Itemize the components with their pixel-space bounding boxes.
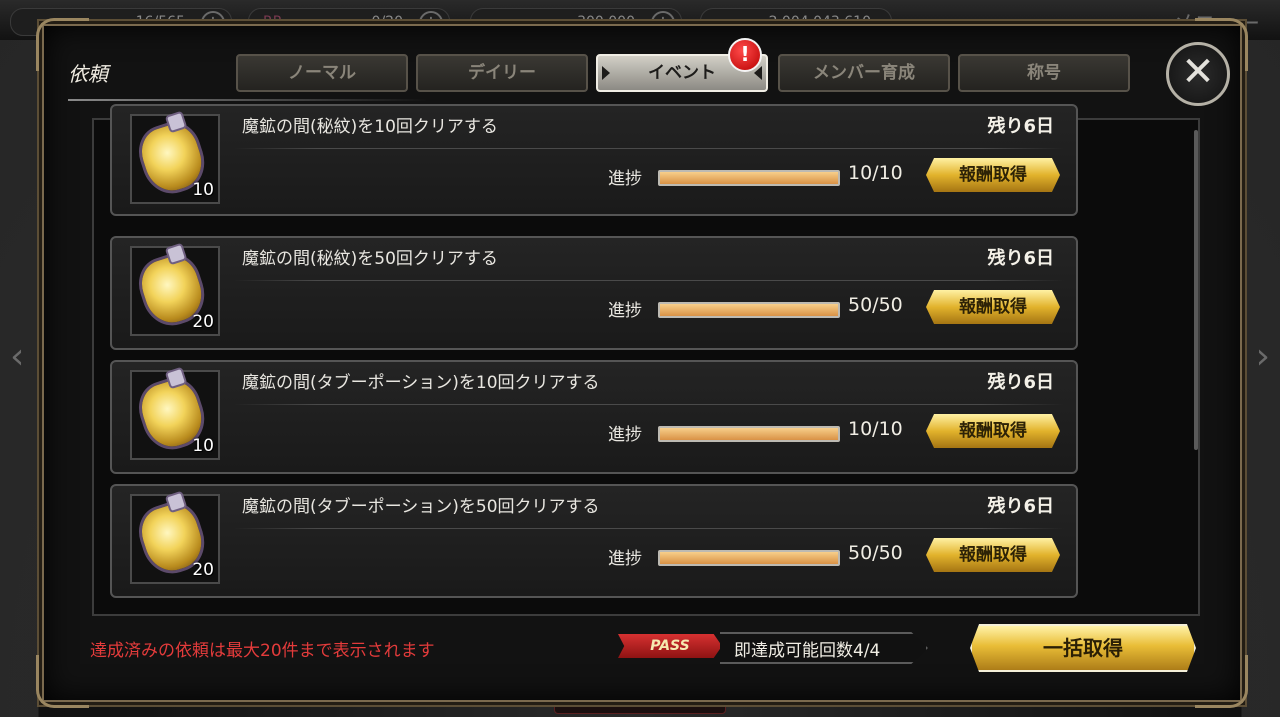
list-scrollbar[interactable] [1194, 130, 1198, 450]
claim-reward-button[interactable]: 報酬取得 [926, 290, 1060, 324]
left-arrow-icon: ‹ [10, 336, 25, 377]
tab-member-training[interactable]: メンバー育成 [778, 54, 950, 92]
progress-label: 進捗 [608, 425, 642, 445]
reward-item-thumbnail[interactable]: 10 [130, 114, 220, 204]
quest-title: 魔鉱の間(タブーポーション)を50回クリアする [242, 497, 600, 517]
progress-bar [658, 302, 840, 318]
instant-complete-count: 即達成可能回数4/4 [734, 641, 881, 661]
progress-value: 10/10 [848, 162, 903, 184]
days-remaining: 残り6日 [987, 372, 1054, 393]
reward-item-thumbnail[interactable]: 20 [130, 494, 220, 584]
pass-badge: PASS [618, 634, 722, 658]
reward-quantity: 10 [192, 436, 214, 456]
reward-item-thumbnail[interactable]: 20 [130, 246, 220, 336]
quest-item: 20 魔鉱の間(タブーポーション)を50回クリアする 残り6日 進捗 50/50… [110, 484, 1078, 598]
progress-fill [660, 552, 838, 564]
alert-icon: ! [728, 38, 762, 72]
frame-corner [1195, 655, 1248, 708]
claim-reward-button[interactable]: 報酬取得 [926, 538, 1060, 572]
days-remaining: 残り6日 [987, 496, 1054, 517]
progress-value: 50/50 [848, 294, 903, 316]
panel-title: 依頼 [68, 62, 108, 86]
claim-reward-button[interactable]: 報酬取得 [926, 414, 1060, 448]
quest-item: 20 魔鉱の間(秘紋)を50回クリアする 残り6日 進捗 50/50 報酬取得 [110, 236, 1078, 350]
quest-panel: 依頼 ノーマル デイリー イベント メンバー育成 称号 ! ✕ 10 魔鉱の間(… [36, 18, 1248, 708]
close-button[interactable]: ✕ [1166, 42, 1230, 106]
collect-all-button[interactable]: 一括取得 [970, 624, 1196, 672]
divider [234, 148, 1064, 149]
progress-label: 進捗 [608, 301, 642, 321]
progress-fill [660, 428, 838, 440]
reward-quantity: 20 [192, 312, 214, 332]
tab-daily[interactable]: デイリー [416, 54, 588, 92]
progress-fill [660, 304, 838, 316]
reward-quantity: 10 [192, 180, 214, 200]
reward-quantity: 20 [192, 560, 214, 580]
progress-value: 50/50 [848, 542, 903, 564]
quest-item: 10 魔鉱の間(秘紋)を10回クリアする 残り6日 進捗 10/10 報酬取得 [110, 104, 1078, 216]
progress-bar [658, 550, 840, 566]
quest-item: 10 魔鉱の間(タブーポーション)を10回クリアする 残り6日 進捗 10/10… [110, 360, 1078, 474]
claim-reward-button[interactable]: 報酬取得 [926, 158, 1060, 192]
right-arrow-icon: › [1255, 336, 1270, 377]
title-divider [68, 99, 428, 101]
frame-corner [36, 655, 89, 708]
tab-normal[interactable]: ノーマル [236, 54, 408, 92]
days-remaining: 残り6日 [987, 116, 1054, 137]
quest-title: 魔鉱の間(秘紋)を10回クリアする [242, 117, 498, 137]
divider [234, 280, 1064, 281]
divider [234, 528, 1064, 529]
divider [234, 404, 1064, 405]
progress-fill [660, 172, 838, 184]
quest-title: 魔鉱の間(タブーポーション)を10回クリアする [242, 373, 600, 393]
progress-label: 進捗 [608, 169, 642, 189]
reward-item-thumbnail[interactable]: 10 [130, 370, 220, 460]
progress-bar [658, 170, 840, 186]
progress-label: 進捗 [608, 549, 642, 569]
progress-value: 10/10 [848, 418, 903, 440]
display-limit-notice: 達成済みの依頼は最大20件まで表示されます [90, 641, 435, 661]
tab-title[interactable]: 称号 [958, 54, 1130, 92]
quest-title: 魔鉱の間(秘紋)を50回クリアする [242, 249, 498, 269]
days-remaining: 残り6日 [987, 248, 1054, 269]
progress-bar [658, 426, 840, 442]
